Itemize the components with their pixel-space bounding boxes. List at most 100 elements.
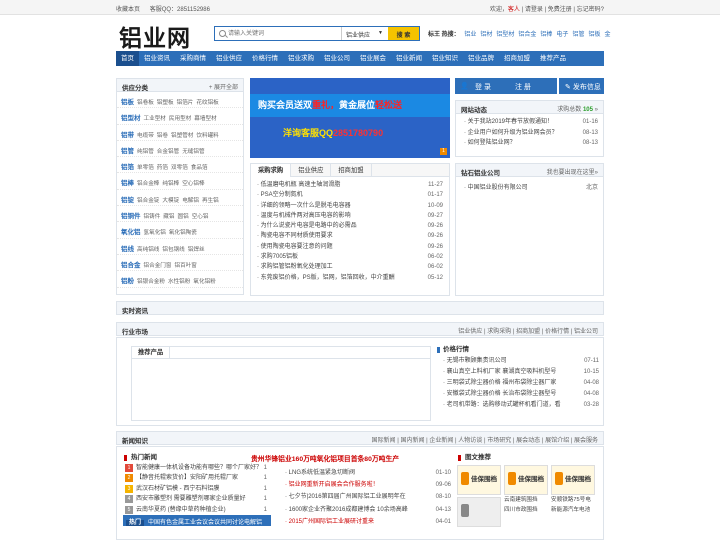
trade-news-item[interactable]: 09-26 · 陶瓷电容不同材质使用要求 xyxy=(257,231,443,241)
nav-item[interactable]: 推荐产品 xyxy=(535,51,571,66)
promo-banner[interactable]: 购买会员送双重礼，黄金展位轻松送 洋询客服QQ2851780790 1 xyxy=(250,78,450,158)
trade-news-item[interactable]: 09-27 · 温度与机械件两对高压电容的影响 xyxy=(257,211,443,221)
category-item[interactable]: 铝箔片 xyxy=(177,100,194,106)
section-link[interactable]: 求购采购 xyxy=(487,329,511,335)
section-link[interactable]: 企业新闻 xyxy=(429,438,453,444)
category-item[interactable]: 电解铝 xyxy=(182,198,199,204)
category-name[interactable]: 氧化铝 xyxy=(121,229,141,236)
category-item[interactable]: 大模锭 xyxy=(162,198,179,204)
category-name[interactable]: 铝板 xyxy=(121,99,134,106)
category-item[interactable]: 花纹铝板 xyxy=(196,100,218,106)
forgot-password-link[interactable]: 忘记密码? xyxy=(577,7,604,13)
category-name[interactable]: 铝合金 xyxy=(121,262,141,269)
nav-item[interactable]: 铝业供应 xyxy=(211,51,247,66)
product-caption[interactable]: 云南建筑围挡 xyxy=(504,495,548,505)
site-logo[interactable]: 铝业网 xyxy=(119,19,191,53)
hot-search-item[interactable]: 金 xyxy=(604,32,610,38)
category-item[interactable]: 藏铝 xyxy=(163,214,174,220)
category-item[interactable]: 氧化铝粉 xyxy=(193,279,215,285)
nav-item[interactable]: 铝业知识 xyxy=(427,51,463,66)
category-name[interactable]: 铝铜件 xyxy=(121,213,141,220)
hot-news-item[interactable]: 2 1 【静音托辊索货价】安阳矿用托辊厂家 xyxy=(123,473,271,483)
section-link[interactable]: 人物访谈 xyxy=(458,438,482,444)
hot-news-item[interactable]: 3 1 武汉石材矿铝模 - 西宁石料铝膜 xyxy=(123,484,271,494)
product-caption[interactable]: 四川市政围挡 xyxy=(504,505,548,515)
category-item[interactable]: 水性铝粉 xyxy=(168,279,190,285)
nav-item[interactable]: 铝业展会 xyxy=(355,51,391,66)
category-item[interactable]: 圆铝 xyxy=(178,214,189,220)
news-item[interactable]: 04-13 · 1600家企业齐聚2016成都建博会 10余场高峰 xyxy=(285,504,455,516)
trade-news-item[interactable]: 10-09 · 详细的领略一次什么是脱毛电容器 xyxy=(257,201,443,211)
section-link[interactable]: 展会动态 xyxy=(516,438,540,444)
nav-item[interactable]: 招商加盟 xyxy=(499,51,535,66)
category-item[interactable]: 空心铝 xyxy=(192,214,209,220)
category-name[interactable]: 铝管 xyxy=(121,148,134,155)
category-item[interactable]: 高纯铝线 xyxy=(137,247,159,253)
product-thumbnail[interactable] xyxy=(457,497,501,527)
trade-news-item[interactable]: 09-26 · 为什么说瓷片电容是电路中的必需品 xyxy=(257,221,443,231)
category-item[interactable]: 铝卷 xyxy=(157,133,168,139)
category-item[interactable]: 铝包钢线 xyxy=(162,247,184,253)
vendor-item[interactable]: 北京 · 中国铝业股份有限公司 xyxy=(456,180,603,191)
nav-item[interactable]: 铝业新闻 xyxy=(391,51,427,66)
category-name[interactable]: 铝带 xyxy=(121,132,134,139)
trade-news-item[interactable]: 05-12 · 东莞废铝价格，PS版，铝网，铝箔回收，中介重酬 xyxy=(257,273,443,283)
product-thumbnail[interactable]: 佳保围档 xyxy=(504,465,548,495)
category-item[interactable]: 铝塑管材 xyxy=(171,133,193,139)
expand-all-link[interactable]: + 展开全部 xyxy=(209,82,238,91)
product-thumbnail[interactable]: 佳保围档 xyxy=(457,465,501,495)
banner-page-indicator[interactable]: 1 xyxy=(440,148,447,155)
category-item[interactable]: 铝塑板 xyxy=(157,100,174,106)
dynamics-item[interactable]: 08-13 · 如何登陆铝业网？ xyxy=(456,137,603,148)
category-item[interactable]: 铝合金锭 xyxy=(137,198,159,204)
hot-news-item[interactable]: 1 1 智能健康一体机设备功能有哪些？哪个厂家好？ xyxy=(123,463,271,473)
hot-search-item[interactable]: 铝材 xyxy=(480,32,492,38)
category-item[interactable]: 合金铝管 xyxy=(157,149,179,155)
category-item[interactable]: 铝百叶窗 xyxy=(174,263,196,269)
category-item[interactable]: 食品箔 xyxy=(191,165,208,171)
price-item[interactable]: 07-11 · 无锡市颗顾集贵讯公司 xyxy=(437,356,599,367)
nav-item[interactable]: 采购商情 xyxy=(175,51,211,66)
hot-search-item[interactable]: 电子 xyxy=(556,32,568,38)
login-button[interactable]: 登 录 xyxy=(475,82,491,92)
search-category-select[interactable]: 铝业供应 ▼ xyxy=(341,27,387,40)
section-link[interactable]: 国内新闻 xyxy=(400,438,424,444)
category-item[interactable]: 纯铝棒 xyxy=(162,181,179,187)
dynamics-item[interactable]: 08-13 · 企业用户如何升级为铝业网会员？ xyxy=(456,127,603,138)
news-item[interactable]: 08-10 · 七夕节|2016第四届广州国际铝工业展明年在 xyxy=(285,491,455,503)
section-link[interactable]: 铝业公司 xyxy=(574,329,598,335)
dynamics-item[interactable]: 01-16 · 关于我站2019年春节放假通知！ xyxy=(456,116,603,127)
news-item[interactable]: 09-06 · 铝业网重新开启展会合作服务啦！ xyxy=(285,479,455,491)
product-thumbnail[interactable]: 佳保围档 xyxy=(551,465,595,495)
price-item[interactable]: 10-15 · 襄山真空上料机厂家 襄湖真空吸料机型号 xyxy=(437,367,599,378)
category-name[interactable]: 铝锭 xyxy=(121,197,134,204)
nav-item[interactable]: 铝业品牌 xyxy=(463,51,499,66)
category-item[interactable]: 双零箔 xyxy=(171,165,188,171)
price-item[interactable]: 03-28 · 老司机带路：选购移动式罐杯机看门道，看 xyxy=(437,400,599,411)
category-item[interactable]: 电缆带 xyxy=(137,133,154,139)
register-link[interactable]: 免费注册 xyxy=(548,7,572,13)
trade-news-item[interactable]: 06-02 · 求购7005铝板 xyxy=(257,252,443,262)
hot-search-item[interactable]: 铝合金 xyxy=(518,32,536,38)
category-item[interactable]: 氢氧化铝 xyxy=(144,230,166,236)
price-item[interactable]: 04-08 · 三明袋式除尘器价格 福州布袋除尘器厂家 xyxy=(437,378,599,389)
hot-ticker[interactable]: 热门 中国有色金属工业会议会议共同讨论电解铝 xyxy=(123,514,271,526)
headline-link[interactable]: 贵州华锋铝业160万吨氧化铝项目首条80万吨生产 xyxy=(251,453,451,463)
hot-news-item[interactable]: 4 1 西安市雕塑剂 需要雕塑剂哪家企业质量好 xyxy=(123,494,271,504)
section-link[interactable]: 展会服务 xyxy=(574,438,598,444)
register-button[interactable]: 注 册 xyxy=(515,82,531,92)
category-item[interactable]: 铝合金棒 xyxy=(137,181,159,187)
category-name[interactable]: 铝粉 xyxy=(121,278,134,285)
trade-tab[interactable]: 采购求购 xyxy=(251,164,292,177)
nav-item[interactable]: 铝业资讯 xyxy=(139,51,175,66)
category-item[interactable]: 铝银合金粉 xyxy=(137,279,165,285)
category-item[interactable]: 氧化铝陶瓷 xyxy=(169,230,197,236)
section-link[interactable]: 市场研究 xyxy=(487,438,511,444)
trade-news-item[interactable]: 09-26 · 使用陶瓷电容要注意的问题 xyxy=(257,242,443,252)
trade-tab[interactable]: 铝业供应 xyxy=(291,164,332,177)
hot-search-item[interactable]: 铝业 xyxy=(464,32,476,38)
section-link[interactable]: 铝业供应 xyxy=(458,329,482,335)
category-item[interactable]: 铝合金门窗 xyxy=(144,263,172,269)
login-link[interactable]: 请登录 xyxy=(525,7,543,13)
bookmark-link[interactable]: 收藏本页 xyxy=(116,7,140,13)
